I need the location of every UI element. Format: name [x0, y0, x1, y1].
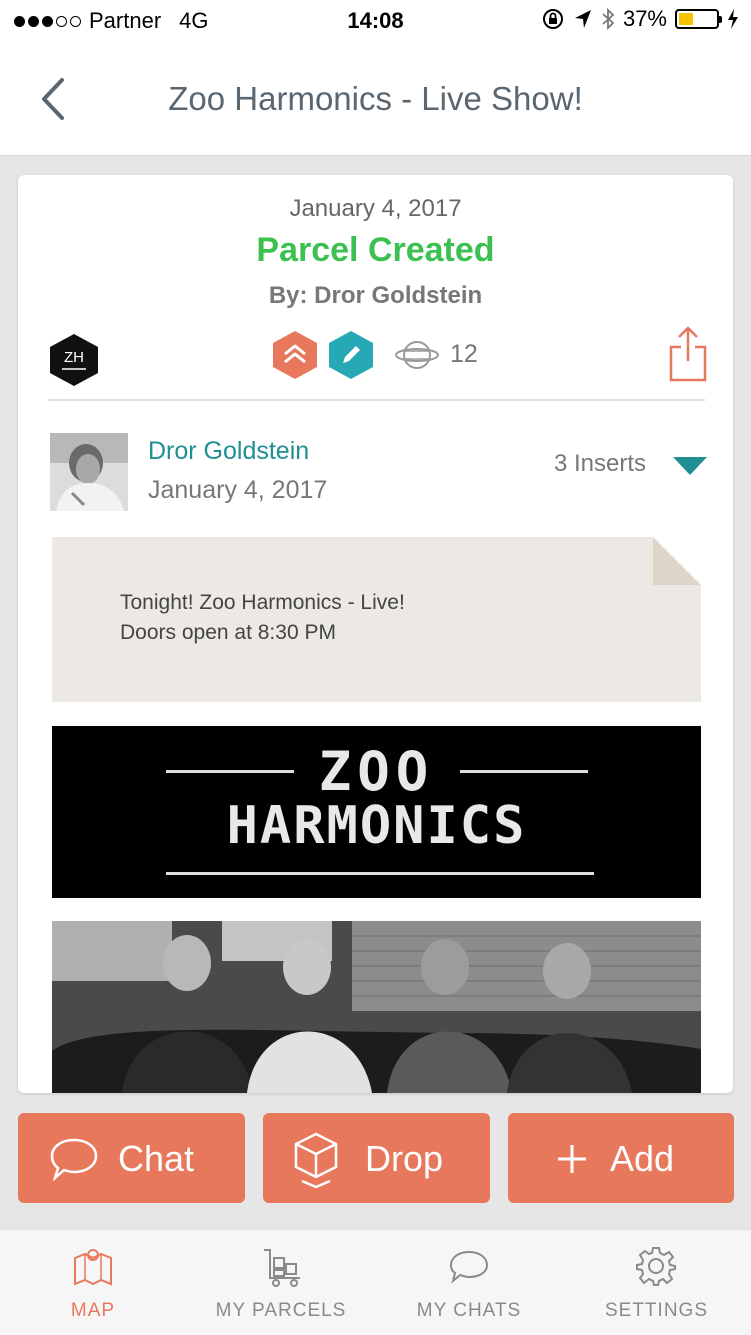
status-bar: Partner 4G 14:08 37%: [0, 0, 751, 40]
triangle-down-icon: [673, 457, 707, 475]
inserts-dropdown-button[interactable]: [672, 455, 708, 477]
inserts-count[interactable]: 3 Inserts: [554, 450, 646, 478]
navigation-bar: Zoo Harmonics - Live Show!: [0, 40, 751, 156]
page-title: Zoo Harmonics - Live Show!: [168, 80, 583, 117]
parcel-date: January 4, 2017: [289, 195, 462, 222]
tab-settings-label: SETTINGS: [604, 1300, 708, 1321]
text-insert-note: Tonight! Zoo Harmonics - Live! Doors ope…: [52, 537, 701, 702]
chat-button-label: Chat: [118, 1138, 195, 1179]
chat-bubble-icon: [50, 1138, 98, 1181]
divider: [48, 399, 705, 401]
edit-badge-icon[interactable]: [328, 330, 374, 380]
share-icon: [669, 326, 707, 382]
post-date: January 4, 2017: [148, 476, 328, 504]
banner-text-zoo: ZOO: [318, 740, 435, 803]
location-arrow-icon: [574, 10, 591, 28]
add-button[interactable]: Add: [508, 1113, 734, 1203]
gear-icon: [636, 1247, 676, 1286]
views-count: 12: [450, 340, 478, 368]
tab-bar: MAP MY PARCELS MY CHATS SETTINGS: [0, 1229, 751, 1335]
banner-text-harmonics: HARMONICS: [226, 796, 527, 856]
page-fold-icon: [653, 537, 701, 585]
drop-button[interactable]: Drop: [263, 1113, 490, 1203]
parcel-card: January 4, 2017 Parcel Created By: Dror …: [18, 175, 733, 1093]
post-author-link[interactable]: Dror Goldstein: [148, 437, 309, 466]
battery-percent: 37%: [622, 6, 667, 31]
parcel-status: Parcel Created: [256, 231, 495, 269]
note-line-2: Doors open at 8:30 PM: [120, 621, 336, 644]
avatar[interactable]: [50, 433, 128, 511]
add-button-label: Add: [610, 1138, 675, 1179]
views-planet-icon: [394, 335, 440, 375]
tab-map-label: MAP: [70, 1300, 116, 1321]
bluetooth-icon: [602, 7, 615, 31]
chat-bubble-icon: [449, 1250, 489, 1284]
boost-badge-icon[interactable]: [272, 330, 318, 380]
tab-my-parcels-label: MY PARCELS: [215, 1300, 347, 1321]
tab-my-chats[interactable]: MY CHATS: [376, 1230, 562, 1335]
tab-my-chats-label: MY CHATS: [416, 1300, 522, 1321]
band-logo-banner[interactable]: ZOO HARMONICS: [52, 726, 701, 898]
charging-bolt-icon: [728, 9, 738, 29]
battery-icon: [675, 9, 722, 29]
tab-settings[interactable]: SETTINGS: [562, 1230, 751, 1335]
tab-my-parcels[interactable]: MY PARCELS: [186, 1230, 376, 1335]
orientation-lock-icon: [542, 9, 563, 29]
plus-icon: [558, 1145, 586, 1173]
parcels-cart-icon: [264, 1249, 300, 1287]
brand-initials: ZH: [64, 349, 84, 366]
brand-logo[interactable]: ZH: [48, 332, 100, 388]
note-line-1: Tonight! Zoo Harmonics - Live!: [120, 591, 405, 614]
map-icon: [74, 1249, 112, 1286]
band-photo[interactable]: [52, 921, 701, 1093]
tab-map[interactable]: MAP: [0, 1230, 186, 1335]
chat-button[interactable]: Chat: [18, 1113, 245, 1203]
parcel-author: By: Dror Goldstein: [268, 282, 483, 309]
share-button[interactable]: [668, 325, 708, 383]
drop-button-label: Drop: [365, 1138, 444, 1179]
cube-drop-icon: [294, 1132, 338, 1189]
